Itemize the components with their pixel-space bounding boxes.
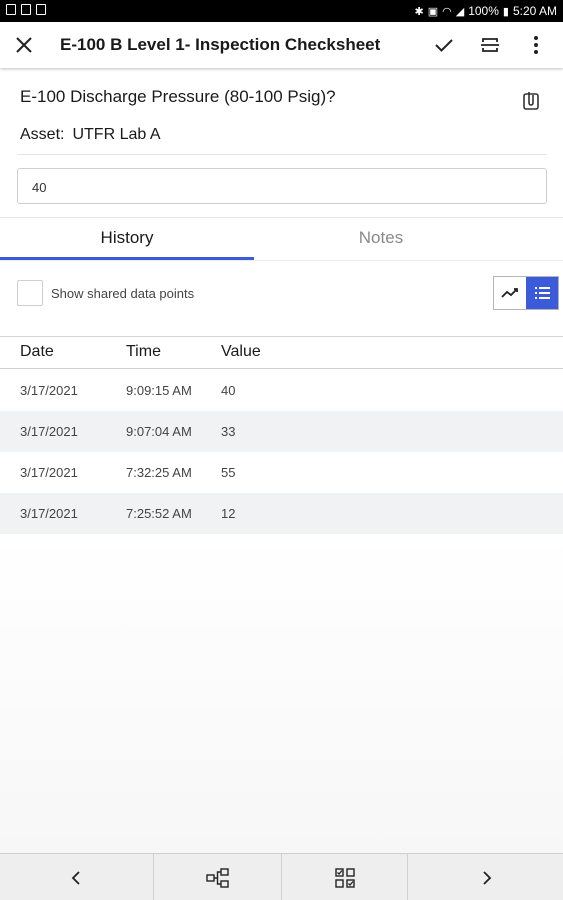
- check-icon: [435, 39, 453, 52]
- status-bar: ✱ ▣ ◠ ◢ 100% ▮ 5:20 AM: [0, 0, 563, 22]
- more-vert-icon: [534, 36, 538, 54]
- tab-bar: History Notes: [0, 218, 563, 260]
- table-row[interactable]: 3/17/2021 7:25:52 AM 12: [0, 493, 563, 534]
- tab-history[interactable]: History: [0, 218, 254, 260]
- cell-value: 55: [221, 465, 236, 480]
- notification-icon: [21, 4, 31, 15]
- attachment-button[interactable]: [519, 88, 543, 112]
- notification-icon: [6, 4, 16, 15]
- cell-time: 9:07:04 AM: [126, 424, 192, 439]
- column-header-value: Value: [221, 343, 261, 360]
- table-row[interactable]: 3/17/2021 9:07:04 AM 33: [0, 411, 563, 452]
- battery-icon: ▮: [502, 5, 509, 18]
- cell-value: 33: [221, 424, 236, 439]
- hierarchy-button[interactable]: [154, 854, 282, 900]
- content-empty-area: [0, 535, 563, 853]
- cell-time: 7:32:25 AM: [126, 465, 192, 480]
- nfc-icon: ▣: [427, 5, 439, 18]
- clock: 5:20 AM: [512, 4, 557, 18]
- cell-date: 3/17/2021: [20, 424, 78, 439]
- question-title: E-100 Discharge Pressure (80-100 Psig)?: [20, 87, 336, 106]
- cell-time: 7:25:52 AM: [126, 506, 192, 521]
- column-header-time: Time: [126, 343, 161, 360]
- signal-icon: ◢: [455, 5, 465, 18]
- cell-date: 3/17/2021: [20, 383, 78, 398]
- view-mode-toggle: [493, 276, 559, 310]
- table-row[interactable]: 3/17/2021 7:32:25 AM 55: [0, 452, 563, 493]
- close-button[interactable]: [10, 31, 38, 59]
- hierarchy-icon: [205, 867, 229, 888]
- close-icon: [16, 37, 32, 53]
- chevron-left-icon: [71, 870, 80, 885]
- cell-date: 3/17/2021: [20, 506, 78, 521]
- next-button[interactable]: [408, 854, 563, 900]
- notification-icons: [6, 4, 46, 15]
- list-view-button[interactable]: [526, 277, 558, 309]
- scan-button[interactable]: [476, 31, 504, 59]
- show-shared-checkbox[interactable]: [17, 280, 43, 306]
- divider: [0, 260, 563, 261]
- history-table: 3/17/2021 9:09:15 AM 40 3/17/2021 9:07:0…: [0, 370, 563, 534]
- more-options-button[interactable]: [522, 31, 550, 59]
- cell-value: 12: [221, 506, 236, 521]
- page-title: E-100 B Level 1- Inspection Checksheet: [60, 35, 381, 54]
- scan-icon: [481, 38, 499, 52]
- asset-label: Asset:: [20, 126, 65, 143]
- value-input[interactable]: 40: [17, 168, 547, 204]
- asset-info: Asset: UTFR Lab A: [20, 126, 161, 144]
- table-row[interactable]: 3/17/2021 9:09:15 AM 40: [0, 370, 563, 411]
- chevron-right-icon: [482, 870, 491, 885]
- cell-time: 9:09:15 AM: [126, 383, 192, 398]
- show-shared-label: Show shared data points: [51, 286, 195, 301]
- tab-notes[interactable]: Notes: [254, 218, 508, 260]
- attachment-icon: [523, 92, 539, 110]
- column-header-date: Date: [20, 343, 54, 360]
- wifi-icon: ◠: [442, 5, 452, 18]
- previous-button[interactable]: [0, 854, 154, 900]
- table-header: Date Time Value: [0, 337, 563, 369]
- divider: [17, 154, 547, 155]
- cell-date: 3/17/2021: [20, 465, 78, 480]
- asset-value: UTFR Lab A: [72, 126, 161, 143]
- submit-button[interactable]: [430, 31, 458, 59]
- bluetooth-icon: ✱: [414, 5, 424, 18]
- app-bar: E-100 B Level 1- Inspection Checksheet: [0, 22, 563, 68]
- checklist-button[interactable]: [282, 854, 408, 900]
- trend-chart-icon: [501, 288, 518, 298]
- checklist-icon: [334, 867, 355, 888]
- cell-value: 40: [221, 383, 236, 398]
- chart-view-button[interactable]: [494, 277, 526, 309]
- system-status: ✱ ▣ ◠ ◢ 100% ▮ 5:20 AM: [415, 4, 558, 18]
- bottom-navigation: [0, 853, 563, 900]
- list-icon: [535, 287, 550, 299]
- battery-level: 100%: [468, 4, 499, 18]
- notification-icon: [36, 4, 46, 15]
